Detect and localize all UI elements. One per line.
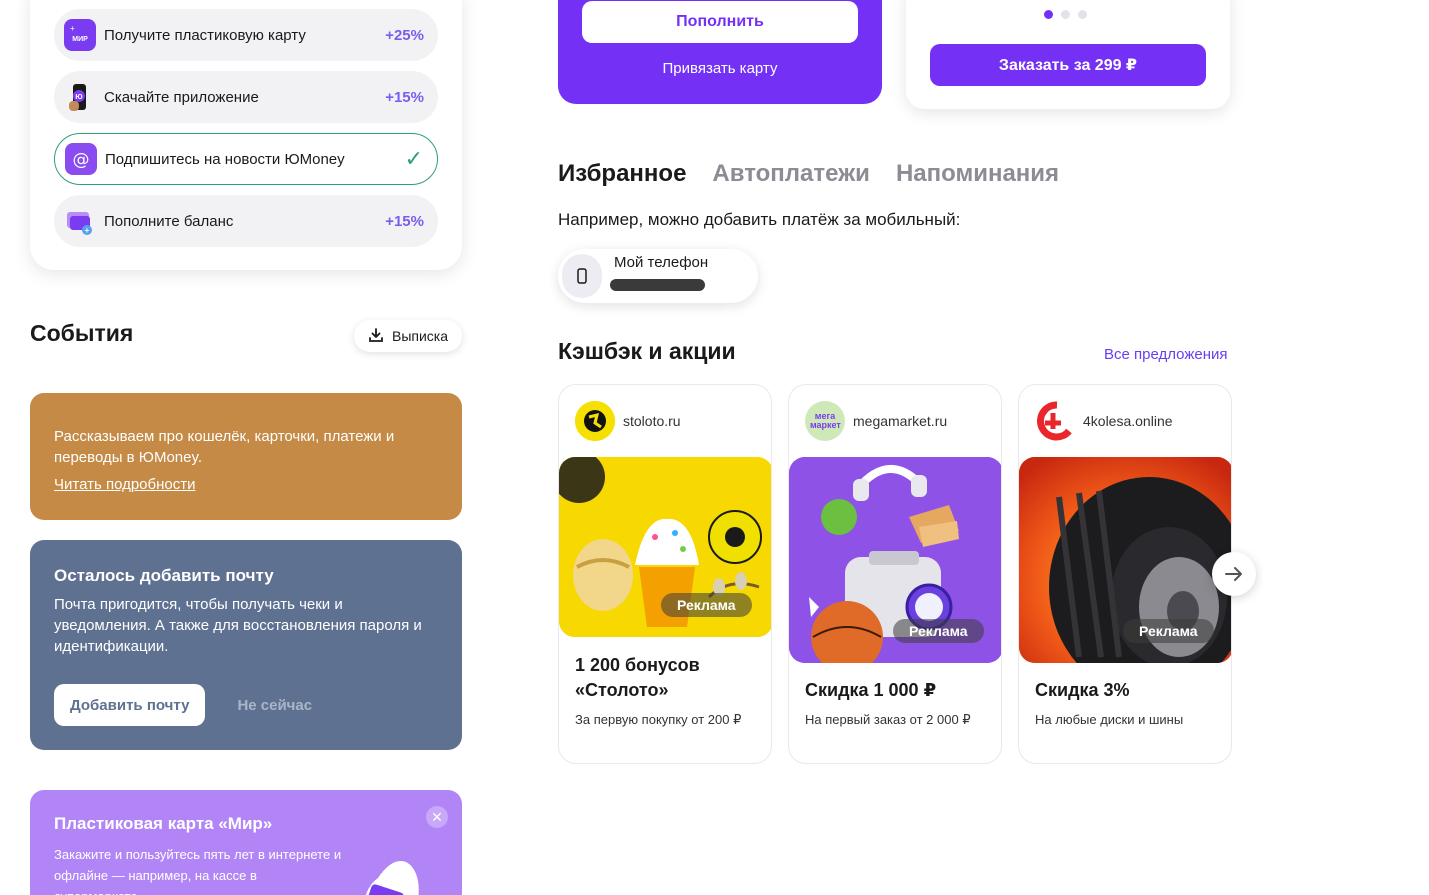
offer-image-toaster: Реклама — [789, 457, 1001, 663]
megamarket-logo-icon: мега маркет — [805, 401, 845, 441]
promo-mir-card: Пластиковая карта «Мир» Закажите и польз… — [30, 790, 462, 895]
favorite-phone-chip[interactable]: Мой телефон — [558, 249, 758, 303]
offer-domain: megamarket.ru — [853, 413, 948, 429]
cashback-title: Кэшбэк и акции — [558, 338, 736, 364]
offer-card[interactable]: мега маркет megamarket.ru Реклама Скидка… — [788, 384, 1002, 764]
promo-email-text: Почта пригодится, чтобы получать чеки и … — [54, 596, 422, 655]
svg-text:+: + — [85, 226, 90, 235]
tab-favorites[interactable]: Избранное — [558, 160, 686, 188]
ad-badge: Реклама — [893, 619, 984, 643]
add-email-button[interactable]: Добавить почту — [54, 684, 206, 726]
task-bonus: +15% — [385, 212, 424, 230]
ad-badge: Реклама — [1123, 619, 1214, 643]
offer-subtitle: На любые диски и шины — [1035, 712, 1184, 727]
offer-card[interactable]: stoloto.ru Реклама 1 200 бонусов «Столот… — [558, 384, 772, 764]
bind-card-link[interactable]: Привязать карту — [558, 60, 882, 77]
bonus-tasks-card: МИР + Получите пластиковую карту +25% Ю С… — [30, 0, 462, 270]
megamarket-logo-text: мега маркет — [810, 411, 841, 430]
offer-domain: stoloto.ru — [623, 413, 681, 429]
carousel-dot[interactable] — [1044, 10, 1053, 19]
offer-title: Скидка 3% — [1035, 680, 1130, 700]
svg-text:Ю: Ю — [75, 94, 82, 101]
promo-mir-title: Пластиковая карта «Мир» — [54, 814, 273, 833]
offer-title: Скидка 1 000 ₽ — [805, 680, 937, 700]
events-title: События — [30, 320, 134, 346]
not-now-button[interactable]: Не сейчас — [237, 697, 312, 714]
tab-reminders[interactable]: Напоминания — [896, 160, 1059, 188]
offer-image-tire: Реклама — [1019, 457, 1231, 663]
phone-app-icon: Ю — [64, 81, 96, 113]
offer-subtitle: На первый заказ от 2 000 ₽ — [805, 712, 971, 727]
tab-autopayments[interactable]: Автоплатежи — [712, 160, 870, 188]
favorites-hint: Например, можно добавить платёж за мобил… — [558, 210, 961, 229]
at-sign-icon: @ — [65, 143, 97, 175]
close-icon[interactable]: ✕ — [426, 806, 448, 828]
task-label: Подпишитесь на новости ЮMoney — [105, 150, 345, 168]
svg-text:@: @ — [73, 150, 90, 170]
task-label: Скачайте приложение — [104, 88, 259, 106]
task-topup-balance[interactable]: + Пополните баланс +15% — [54, 195, 438, 247]
ad-badge: Реклама — [661, 593, 752, 617]
mir-mini-label: МИР — [72, 36, 88, 43]
checkmark-icon: ✓ — [404, 146, 423, 171]
promo-blog-link[interactable]: Читать подробности — [54, 476, 195, 493]
masked-phone-number — [610, 279, 705, 291]
mobile-phone-icon — [562, 254, 602, 298]
task-bonus: +25% — [385, 26, 424, 44]
promo-blog-card: Рассказываем про кошелёк, карточки, плат… — [30, 393, 462, 520]
stoloto-logo-icon — [575, 401, 615, 441]
svg-text:+: + — [70, 24, 75, 33]
carousel-dots — [1044, 10, 1087, 19]
wallet-actions-card: Пополнить Привязать карту — [558, 0, 882, 104]
task-plastic-card[interactable]: МИР + Получите пластиковую карту +25% — [54, 9, 438, 61]
order-card-widget: Заказать за 299 ₽ — [906, 0, 1230, 109]
wallet-topup-icon: + — [64, 205, 96, 237]
promo-blog-text: Рассказываем про кошелёк, карточки, плат… — [54, 428, 395, 466]
carousel-next-icon[interactable] — [1212, 552, 1256, 596]
offer-image-easter: Реклама — [559, 457, 771, 637]
offer-subtitle: За первую покупку от 200 ₽ — [575, 712, 742, 727]
task-subscribe-news[interactable]: @ Подпишитесь на новости ЮMoney ✓ — [54, 133, 438, 185]
all-offers-link[interactable]: Все предложения — [1104, 346, 1228, 363]
task-bonus: +15% — [385, 88, 424, 106]
offer-title: 1 200 бонусов «Столото» — [575, 655, 700, 700]
task-download-app[interactable]: Ю Скачайте приложение +15% — [54, 71, 438, 123]
statement-button[interactable]: Выписка — [354, 320, 462, 352]
favorite-chip-name: Мой телефон — [614, 254, 709, 271]
mir-card-icon: МИР + — [64, 19, 96, 51]
hand-card-icon — [366, 861, 419, 895]
promo-mir-text: Закажите и пользуйтесь пять лет в интерн… — [54, 847, 342, 895]
promo-email-card: Осталось добавить почту Почта пригодится… — [30, 540, 462, 750]
carousel-dot[interactable] — [1061, 10, 1070, 19]
offer-card[interactable]: 4kolesa.online Реклама Скидка 3% На любы… — [1018, 384, 1232, 764]
order-card-button[interactable]: Заказать за 299 ₽ — [930, 44, 1206, 86]
statement-label: Выписка — [391, 328, 449, 344]
promo-email-title: Осталось добавить почту — [54, 566, 274, 585]
4kolesa-logo-icon — [1035, 401, 1075, 441]
carousel-dot[interactable] — [1078, 10, 1087, 19]
task-label: Пополните баланс — [104, 212, 234, 230]
favorites-tabs: Избранное Автоплатежи Напоминания — [558, 160, 1059, 188]
download-icon — [368, 327, 384, 346]
topup-button[interactable]: Пополнить — [582, 1, 858, 43]
offer-domain: 4kolesa.online — [1083, 413, 1173, 429]
task-label: Получите пластиковую карту — [104, 26, 306, 44]
